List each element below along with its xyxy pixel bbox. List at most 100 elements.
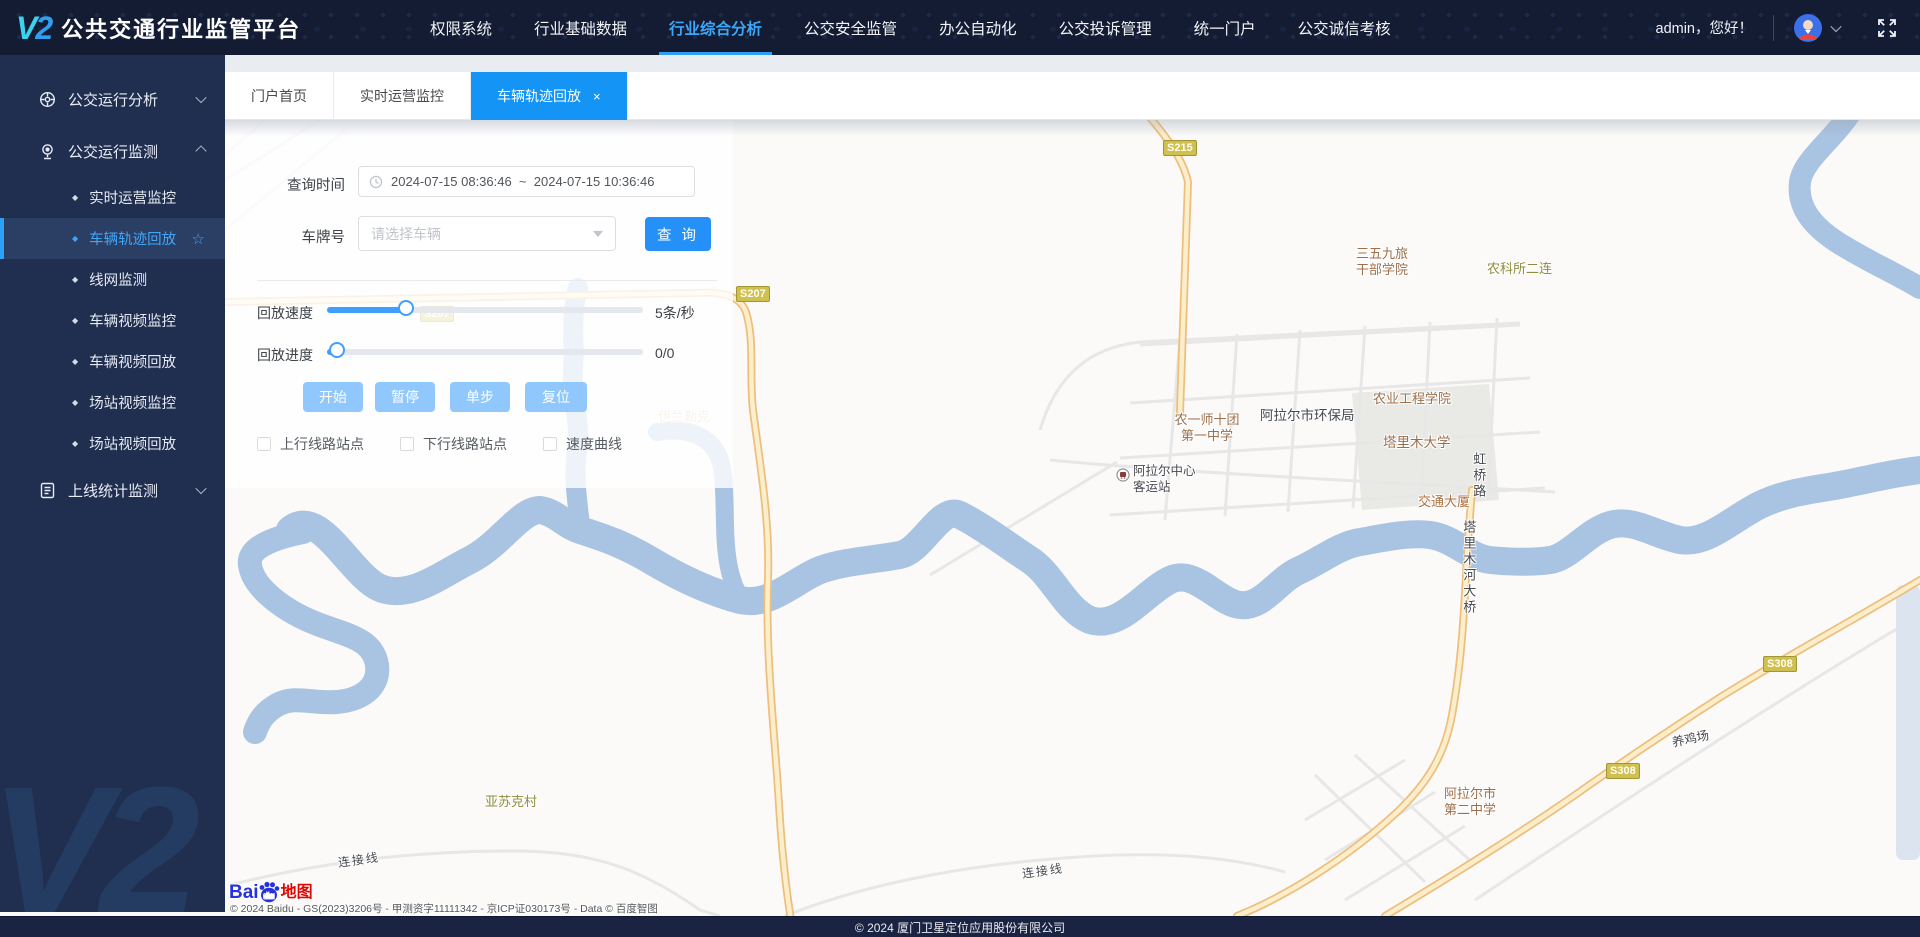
map-road-label: 连接线 [337, 850, 381, 871]
search-button[interactable]: 查 询 [645, 217, 711, 251]
speed-value: 5条/秒 [655, 303, 695, 323]
map-road-label: 连接线 [1021, 861, 1065, 882]
vehicle-select[interactable]: 请选择车辆 [358, 216, 616, 251]
checkbox-label: 上行线路站点 [280, 434, 364, 454]
road-badge-s308: S308 [1763, 656, 1797, 672]
nav-item-permission[interactable]: 权限系统 [430, 0, 492, 55]
top-header: V2 公共交通行业监管平台 权限系统 行业基础数据 行业综合分析 公交安全监管 … [0, 0, 1920, 55]
checkbox-icon[interactable] [543, 437, 557, 451]
tab-realtime-monitor[interactable]: 实时运营监控 [334, 72, 471, 120]
start-button[interactable]: 开始 [303, 382, 363, 412]
speed-slider[interactable] [327, 307, 643, 313]
sidebar-item-station-video-replay[interactable]: ◆ 场站视频回放 [0, 423, 225, 464]
nav-item-safety[interactable]: 公交安全监管 [804, 0, 897, 55]
dashboard-icon [38, 90, 56, 108]
road-badge-s207: S207 [736, 286, 770, 302]
nav-item-credit[interactable]: 公交诚信考核 [1298, 0, 1391, 55]
sidebar-item-label: 实时运营监控 [89, 187, 176, 208]
page-title: 公共交通行业监管平台 [61, 12, 301, 44]
time-range-picker[interactable] [358, 166, 695, 197]
sidebar-item-label: 场站视频监控 [89, 392, 176, 413]
reset-button[interactable]: 复位 [525, 382, 587, 412]
footer-copyright: © 2024 厦门卫星定位应用股份有限公司 [855, 919, 1065, 936]
chevron-down-icon[interactable] [1830, 20, 1841, 31]
top-nav: 权限系统 行业基础数据 行业综合分析 公交安全监管 办公自动化 公交投诉管理 统… [430, 0, 1391, 55]
checkbox-icon[interactable] [257, 437, 271, 451]
map-poi-label: 阿拉尔市 第二中学 [1420, 786, 1520, 819]
tab-portal-home[interactable]: 门户首页 [225, 72, 334, 120]
map-poi-label: 亚苏克村 [485, 794, 537, 810]
slider-fill [327, 307, 406, 313]
slider-handle[interactable] [398, 300, 414, 316]
nav-item-basic-data[interactable]: 行业基础数据 [534, 0, 627, 55]
map-canvas[interactable]: 三五九旅 干部学院 农科所二连 农业工程学院 塔里木大学 阿拉尔市环保局 农一师… [225, 120, 1920, 916]
caret-down-icon [593, 231, 603, 237]
sidebar-group-label: 上线统计监测 [68, 480, 158, 501]
sidebar-item-label: 场站视频回放 [89, 433, 176, 454]
sidebar-item-label: 线网监测 [89, 269, 147, 290]
tab-bar: 门户首页 实时运营监控 车辆轨迹回放 × [225, 72, 1920, 120]
sidebar-item-line-network[interactable]: ◆ 线网监测 [0, 259, 225, 300]
map-poi-label: 农业工程学院 [1373, 391, 1451, 407]
progress-value: 0/0 [655, 345, 674, 361]
checkbox-icon[interactable] [400, 437, 414, 451]
diamond-bullet-icon: ◆ [72, 398, 78, 407]
nav-item-portal[interactable]: 统一门户 [1194, 0, 1256, 55]
sidebar-item-label: 车辆视频回放 [89, 351, 176, 372]
sidebar-item-track-replay[interactable]: ◆ 车辆轨迹回放 ☆ [0, 218, 225, 259]
map-poi-label: 养鸡场 [1671, 728, 1711, 751]
favorite-star-icon[interactable]: ☆ [192, 230, 205, 248]
progress-slider[interactable] [327, 349, 643, 355]
nav-item-analysis[interactable]: 行业综合分析 [669, 0, 762, 55]
v2-watermark: V2 [0, 747, 190, 912]
sidebar-group-online-stats[interactable]: 上线统计监测 [0, 464, 225, 516]
sidebar-group-bus-monitor[interactable]: 公交运行监测 [0, 125, 225, 177]
sidebar-item-realtime-monitor[interactable]: ◆ 实时运营监控 [0, 177, 225, 218]
time-range-input[interactable] [391, 174, 691, 189]
sidebar-group-bus-analysis[interactable]: 公交运行分析 [0, 73, 225, 125]
divider [257, 280, 717, 281]
map-poi-label: 农一师十团 第一中学 [1152, 412, 1262, 445]
nav-item-office[interactable]: 办公自动化 [939, 0, 1017, 55]
select-placeholder: 请选择车辆 [371, 224, 593, 244]
fullscreen-icon[interactable] [1876, 17, 1898, 39]
diamond-bullet-icon: ◆ [72, 275, 78, 284]
tab-label: 车辆轨迹回放 [497, 86, 581, 106]
sidebar-item-label: 车辆视频监控 [89, 310, 176, 331]
sidebar-item-vehicle-video-monitor[interactable]: ◆ 车辆视频监控 [0, 300, 225, 341]
diamond-bullet-icon: ◆ [72, 193, 78, 202]
user-avatar-icon [1794, 14, 1822, 42]
diamond-bullet-icon: ◆ [72, 234, 78, 243]
divider [1773, 15, 1774, 41]
map-poi-label: 塔里木大学 [1383, 435, 1451, 452]
chevron-up-icon [195, 145, 206, 156]
sidebar-item-label: 车辆轨迹回放 [89, 228, 176, 249]
sidebar: 公交运行分析 公交运行监测 ◆ 实时运营监控 ◆ 车辆轨迹回放 ☆ ◆ 线网监测 [0, 55, 225, 912]
checkbox-speed-curve[interactable]: 速度曲线 [543, 434, 622, 454]
map-poi-label: 阿拉尔市环保局 [1260, 408, 1355, 425]
checkbox-down-line-stops[interactable]: 下行线路站点 [400, 434, 507, 454]
tab-track-replay[interactable]: 车辆轨迹回放 × [471, 72, 628, 120]
nav-item-complaint[interactable]: 公交投诉管理 [1059, 0, 1152, 55]
checkbox-label: 速度曲线 [566, 434, 622, 454]
slider-handle[interactable] [329, 342, 345, 358]
user-area: admin，您好！ [1656, 0, 1920, 55]
sidebar-item-station-video-monitor[interactable]: ◆ 场站视频监控 [0, 382, 225, 423]
pause-button[interactable]: 暂停 [375, 382, 435, 412]
road-badge-s308: S308 [1606, 763, 1640, 779]
document-icon [38, 481, 56, 499]
user-greeting: admin，您好！ [1656, 17, 1754, 38]
diamond-bullet-icon: ◆ [72, 439, 78, 448]
map-poi-label: 三五九旅 干部学院 [1327, 246, 1437, 279]
map-attribution: © 2024 Baidu - GS(2023)3206号 - 甲测资字11111… [230, 901, 658, 916]
map-poi-label: 交通大厦 [1418, 494, 1470, 510]
replay-control-panel: 查询时间 车牌号 请选择车辆 查 询 回放速度 [225, 120, 733, 488]
tab-label: 门户首页 [251, 86, 307, 106]
sidebar-item-vehicle-video-replay[interactable]: ◆ 车辆视频回放 [0, 341, 225, 382]
map-poi-label: 农科所二连 [1487, 261, 1552, 277]
step-button[interactable]: 单步 [450, 382, 510, 412]
checkbox-up-line-stops[interactable]: 上行线路站点 [257, 434, 364, 454]
avatar[interactable] [1794, 14, 1822, 42]
chevron-down-icon [195, 483, 206, 494]
close-icon[interactable]: × [593, 90, 601, 103]
